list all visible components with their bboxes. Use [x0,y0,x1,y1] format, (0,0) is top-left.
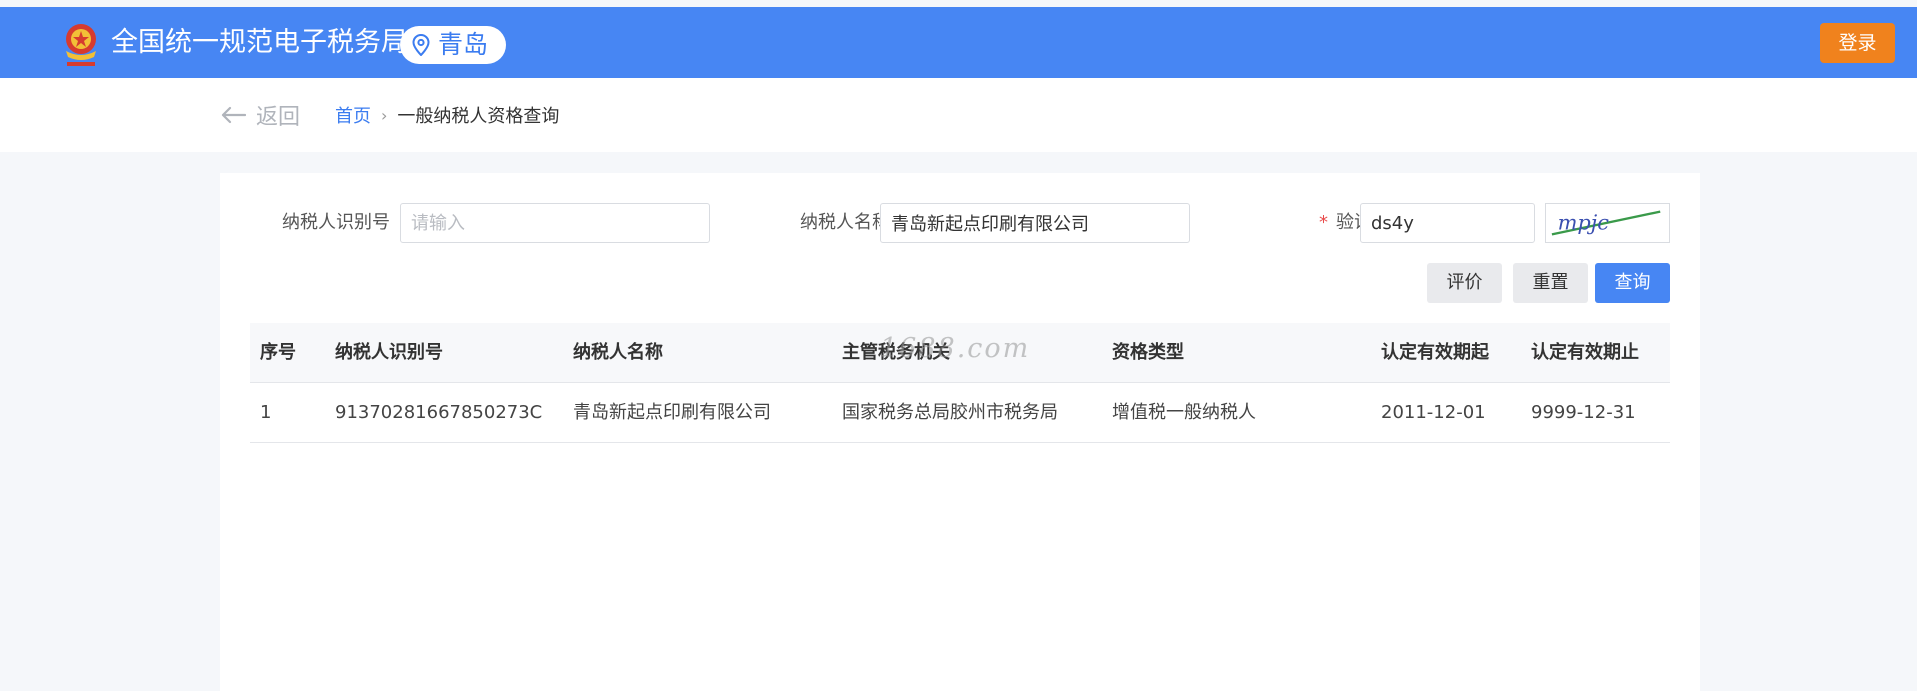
captcha-image[interactable]: mpjc [1545,203,1670,243]
breadcrumb: 首页 › 一般纳税人资格查询 [335,102,560,128]
column-header: 资格类型 [1112,342,1184,363]
watermark: 1688.com [880,333,1031,364]
taxpayer-id-label: 纳税人识别号 [282,212,390,233]
table-cell: 国家税务总局胶州市税务局 [842,402,1058,423]
city-selector[interactable]: 青岛 [400,26,506,64]
login-button[interactable]: 登录 [1820,23,1895,63]
city-name: 青岛 [438,30,489,59]
column-header: 认定有效期起 [1381,342,1489,363]
taxpayer-name-input[interactable] [880,203,1190,243]
taxpayer-name-label: 纳税人名称 [800,212,890,233]
breadcrumb-current: 一般纳税人资格查询 [397,106,560,127]
evaluate-button[interactable]: 评价 [1427,263,1502,303]
back-button[interactable]: 返回 [220,100,300,130]
location-pin-icon [412,34,430,56]
arrow-left-icon [221,106,246,124]
captcha-text: mpjc [1558,211,1610,235]
breadcrumb-home[interactable]: 首页 [335,102,371,128]
query-panel: 纳税人识别号 纳税人名称 *验证码 mpjc 评价 重置 查询 序号 纳税人识别… [220,173,1700,691]
column-header: 纳税人名称 [573,342,663,363]
app-title: 全国统一规范电子税务局 [111,27,408,58]
table-cell: 青岛新起点印刷有限公司 [573,402,771,423]
nav-bar: 返回 首页 › 一般纳税人资格查询 [0,78,1917,152]
captcha-input[interactable] [1360,203,1535,243]
column-header: 认定有效期止 [1531,342,1639,363]
taxpayer-id-input[interactable] [400,203,710,243]
top-header: 全国统一规范电子税务局 青岛 登录 [0,7,1917,78]
table-cell: 91370281667850273C [335,402,543,423]
table-cell: 增值税一般纳税人 [1112,402,1256,423]
table-row[interactable]: 1 91370281667850273C 青岛新起点印刷有限公司 国家税务总局胶… [250,383,1670,443]
table-cell: 2011-12-01 [1381,402,1486,423]
reset-button[interactable]: 重置 [1513,263,1588,303]
query-button[interactable]: 查询 [1595,263,1670,303]
back-label: 返回 [256,105,301,130]
breadcrumb-separator: › [381,105,388,125]
column-header: 纳税人识别号 [335,342,443,363]
column-header: 序号 [260,342,296,363]
table-cell: 9999-12-31 [1531,402,1636,423]
table-cell: 1 [260,402,272,423]
required-mark: * [1319,212,1328,233]
tax-emblem-icon [66,24,96,66]
